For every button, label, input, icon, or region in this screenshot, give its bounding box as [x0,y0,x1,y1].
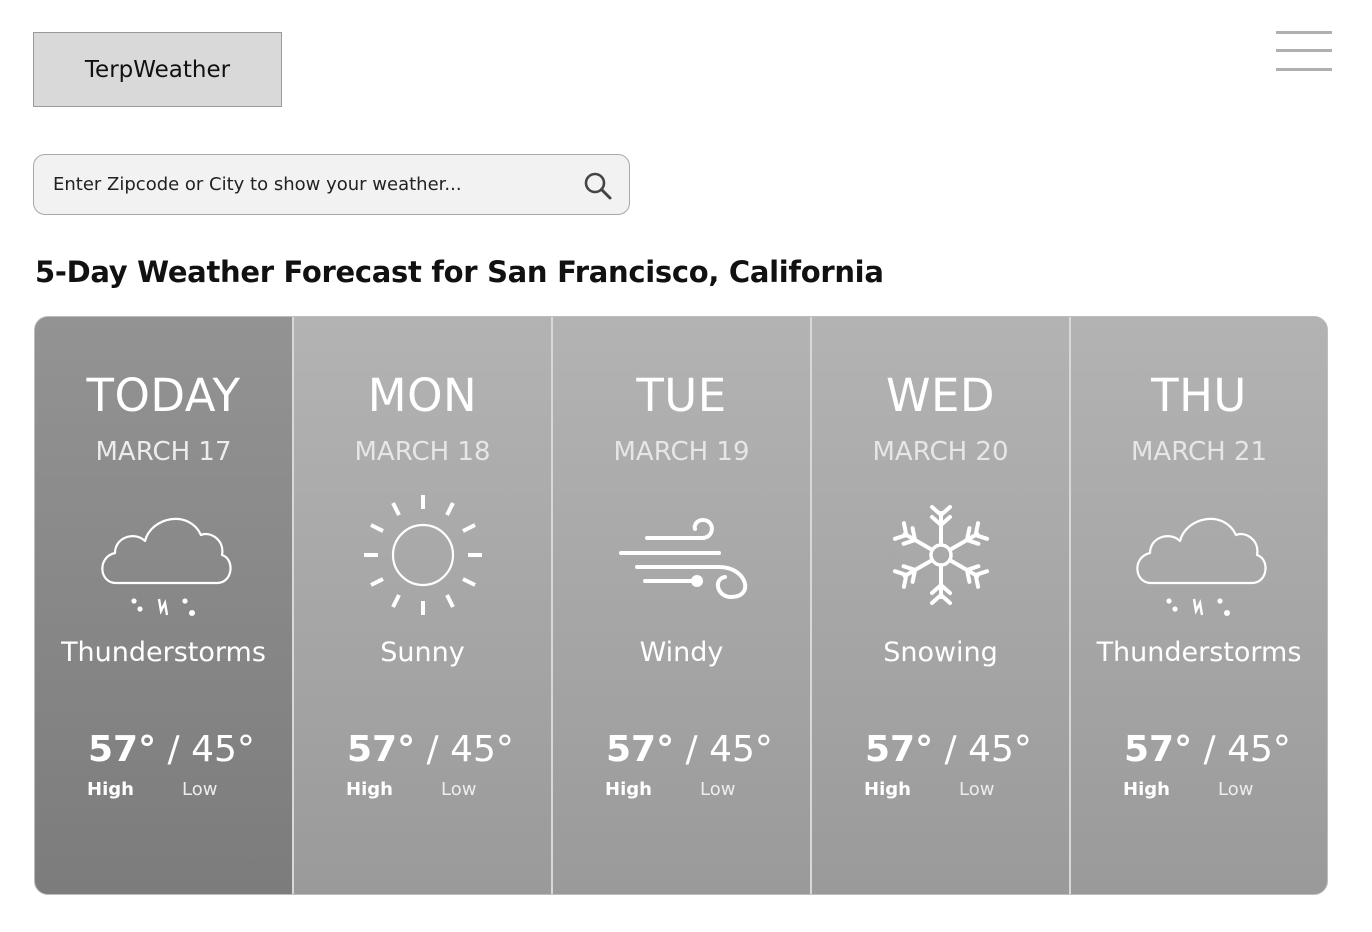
high-label: High [864,779,911,800]
low-label: Low [700,779,736,800]
day-date: MARCH 17 [95,437,232,467]
temp-high: 57° [88,729,157,770]
high-label: High [1123,779,1170,800]
temperature-range: 57° / 45° High Low [812,729,1069,800]
menu-bar [1276,68,1332,71]
weather-condition: Thunderstorms [1096,637,1302,668]
day-card-tue[interactable]: TUE MARCH 19 Windy 57° / 45° High Low [553,317,812,894]
day-name: TODAY [86,369,241,422]
temp-low: 45° [191,729,255,770]
temp-high: 57° [865,729,934,770]
logo-button[interactable]: TerpWeather [33,32,282,107]
day-card-mon[interactable]: MON MARCH 18 Sunny 57° / 45° High Low [294,317,553,894]
temp-separator: / [1192,729,1228,770]
low-label: Low [1218,779,1254,800]
day-date: MARCH 19 [613,437,750,467]
weather-condition: Windy [639,637,724,668]
day-name: WED [885,369,996,422]
temp-high: 57° [347,729,416,770]
weather-condition: Thunderstorms [61,637,266,668]
menu-bar [1276,49,1332,52]
day-name: THU [1151,369,1247,422]
logo-label: TerpWeather [84,56,231,83]
thunderstorm-icon [100,517,231,616]
search-bar [33,154,630,215]
low-label: Low [441,779,477,800]
sun-icon [363,495,482,615]
snowflake-icon [892,505,989,605]
temp-low: 45° [1227,729,1291,770]
day-date: MARCH 21 [1130,437,1268,467]
day-date: MARCH 20 [872,437,1009,467]
day-name: MON [367,369,478,422]
day-card-today[interactable]: TODAY MARCH 17 Thunderstorms 57° / 45° H… [35,317,294,894]
thunderstorm-icon [1136,517,1267,616]
day-date: MARCH 18 [354,437,491,467]
high-label: High [346,779,393,800]
temp-separator: / [415,729,451,770]
low-label: Low [959,779,995,800]
temperature-range: 57° / 45° High Low [294,729,551,800]
day-card-wed[interactable]: WED MARCH 20 Snowing 57° / 45° High Low [812,317,1071,894]
search-icon[interactable] [582,170,614,202]
high-label: High [605,779,652,800]
temp-low: 45° [709,729,773,770]
temperature-range: 57° / 45° High Low [553,729,810,800]
high-label: High [87,779,134,800]
weather-app: TerpWeather 5-Day Weather Forecast for S… [0,0,1372,932]
temperature-range: 57° / 45° High Low [1071,729,1327,800]
search-input[interactable] [53,155,573,214]
temp-high: 57° [606,729,675,770]
temp-separator: / [933,729,969,770]
temperature-range: 57° / 45° High Low [35,729,292,800]
temp-separator: / [674,729,710,770]
hamburger-menu-icon[interactable] [1276,28,1332,74]
temp-separator: / [156,729,192,770]
low-label: Low [182,779,218,800]
day-card-thu[interactable]: THU MARCH 21 Thunderstorms 57° / 45° Hig… [1071,317,1327,894]
menu-bar [1276,31,1332,34]
page-title: 5-Day Weather Forecast for San Francisco… [35,255,884,289]
weather-condition: Sunny [380,637,465,668]
temp-low: 45° [450,729,514,770]
temp-low: 45° [968,729,1032,770]
weather-condition: Snowing [883,637,998,668]
day-name: TUE [636,369,727,422]
forecast-panel: TODAY MARCH 17 Thunderstorms 57° / 45° H… [34,316,1328,895]
temp-high: 57° [1124,729,1193,770]
wind-icon [618,517,747,600]
